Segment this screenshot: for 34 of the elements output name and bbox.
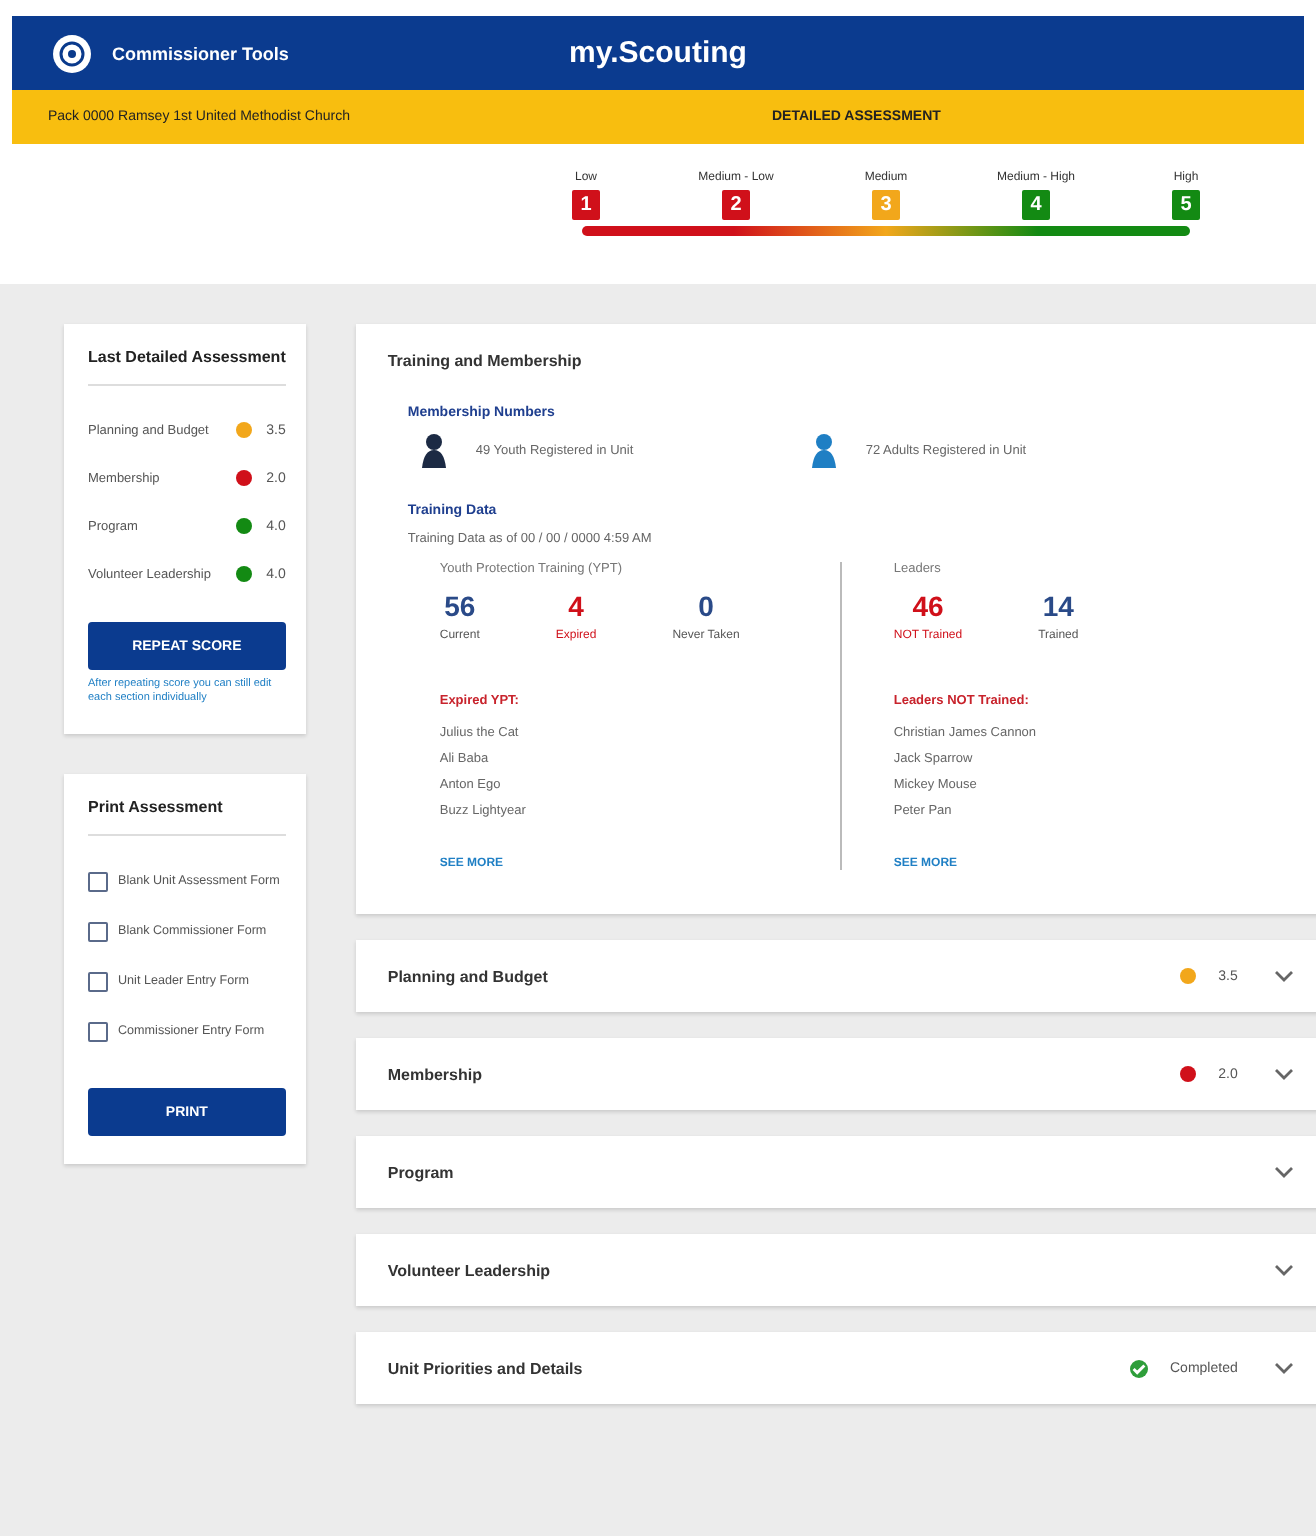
level-marker: 4 [1022, 190, 1050, 220]
card-title: Print Assessment [88, 798, 225, 817]
card-title: Last Detailed Assessment [88, 348, 286, 366]
emblem-icon [52, 33, 92, 73]
checkbox[interactable] [88, 921, 108, 942]
section-title[interactable]: Training and Membership [387, 352, 582, 370]
chevron-down-icon[interactable] [1273, 1264, 1294, 1276]
chevron-down-icon[interactable] [1273, 1362, 1294, 1374]
checkbox[interactable] [88, 1021, 108, 1042]
app-name: Commissioner Tools [112, 43, 289, 63]
stat-number: 0 [698, 590, 714, 622]
section-title: Program [387, 1163, 454, 1181]
checkbox[interactable] [88, 971, 108, 992]
chevron-down-icon[interactable] [1273, 1068, 1294, 1080]
person-icon [419, 432, 448, 468]
section-header[interactable]: Program [355, 1136, 1316, 1208]
section-title: Volunteer Leadership [387, 1261, 551, 1279]
section-title: Planning and Budget [387, 967, 548, 985]
level-marker: 1 [572, 190, 600, 220]
chevron-down-icon[interactable] [1273, 970, 1294, 982]
section-header[interactable]: Volunteer Leadership [355, 1234, 1316, 1306]
site-title: my.Scouting [569, 36, 747, 70]
stat-number: 14 [1042, 590, 1074, 622]
stat-number: 56 [444, 590, 476, 622]
checkbox[interactable] [88, 871, 108, 892]
section-title: Unit Priorities and Details [387, 1359, 583, 1377]
level-marker: 5 [1172, 190, 1200, 220]
level-marker: 2 [722, 190, 750, 220]
person-icon [809, 432, 838, 468]
stat-number: 4 [568, 590, 584, 622]
section-title: Membership [387, 1065, 482, 1083]
stat-number: 46 [912, 590, 944, 622]
chevron-down-icon[interactable] [1273, 1166, 1294, 1178]
level-marker: 3 [872, 190, 900, 220]
